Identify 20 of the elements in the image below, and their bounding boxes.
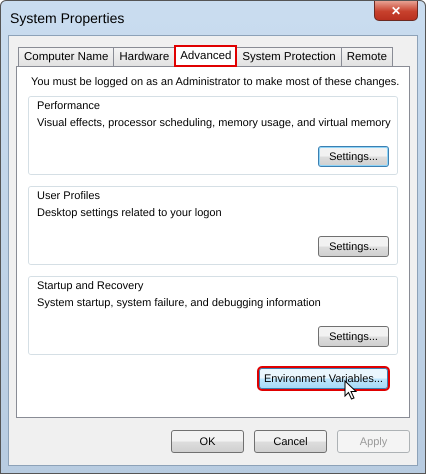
notice-text: You must be logged on as an Administrator to make most of these changes. [31,76,398,88]
group-description: System startup, system failure, and debugging information [37,297,322,309]
dialog-button[interactable]: OK [171,430,244,453]
tab[interactable]: Advanced [174,45,238,67]
window-title: System Properties [10,10,124,26]
dialog-button[interactable]: Cancel [254,430,327,453]
environment-variables-button[interactable]: Environment Variables... [258,368,388,389]
tab[interactable]: Computer Name [18,47,114,66]
group-title: Performance [37,100,101,112]
tab[interactable]: Remote [340,47,393,66]
group-title: User Profiles [37,190,101,202]
group-title: Startup and Recovery [37,280,144,292]
close-button[interactable]: ✕ [374,1,418,21]
settings-button[interactable]: Settings... [318,326,389,347]
tab[interactable]: System Protection [236,47,342,66]
tab[interactable]: Hardware [113,47,176,66]
settings-button[interactable]: Settings... [318,236,389,257]
settings-button[interactable]: Settings... [318,146,389,167]
group-description: Visual effects, processor scheduling, memory usage, and virtual memory [37,117,389,129]
group-description: Desktop settings related to your logon [37,207,223,219]
